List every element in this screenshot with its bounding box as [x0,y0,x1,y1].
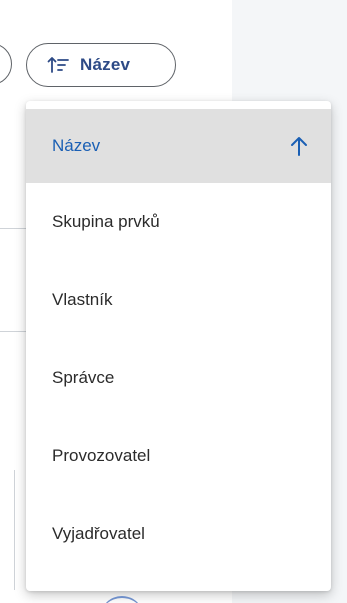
sort-ascending-icon [46,53,70,77]
menu-item-vyjadrovatel[interactable]: Vyjadřovatel [26,495,331,573]
background-divider [0,228,26,229]
menu-item-nazev[interactable]: Název [26,109,331,183]
menu-item-label: Vyjadřovatel [52,524,145,543]
sort-button[interactable]: Název [26,43,176,87]
arrow-up-icon [289,135,309,157]
background-button-edge [100,596,144,603]
menu-item-label: Provozovatel [52,446,151,465]
menu-item-skupina-prvku[interactable]: Skupina prvků [26,183,331,261]
menu-item-label: Název [52,136,101,155]
filter-chip-previous[interactable] [0,43,12,85]
background-divider [14,470,15,590]
menu-item-spravce[interactable]: Správce [26,339,331,417]
menu-item-label: Skupina prvků [52,212,160,231]
page: Název Název Skupina prvků Vlastník Správ… [0,0,347,603]
sort-dropdown-menu: Název Skupina prvků Vlastník Správce Pro… [26,101,331,591]
sort-button-label: Název [80,55,131,74]
menu-item-vlastnik[interactable]: Vlastník [26,261,331,339]
background-divider [0,331,26,332]
menu-item-label: Vlastník [52,290,113,309]
menu-item-label: Správce [52,368,115,387]
menu-item-provozovatel[interactable]: Provozovatel [26,417,331,495]
